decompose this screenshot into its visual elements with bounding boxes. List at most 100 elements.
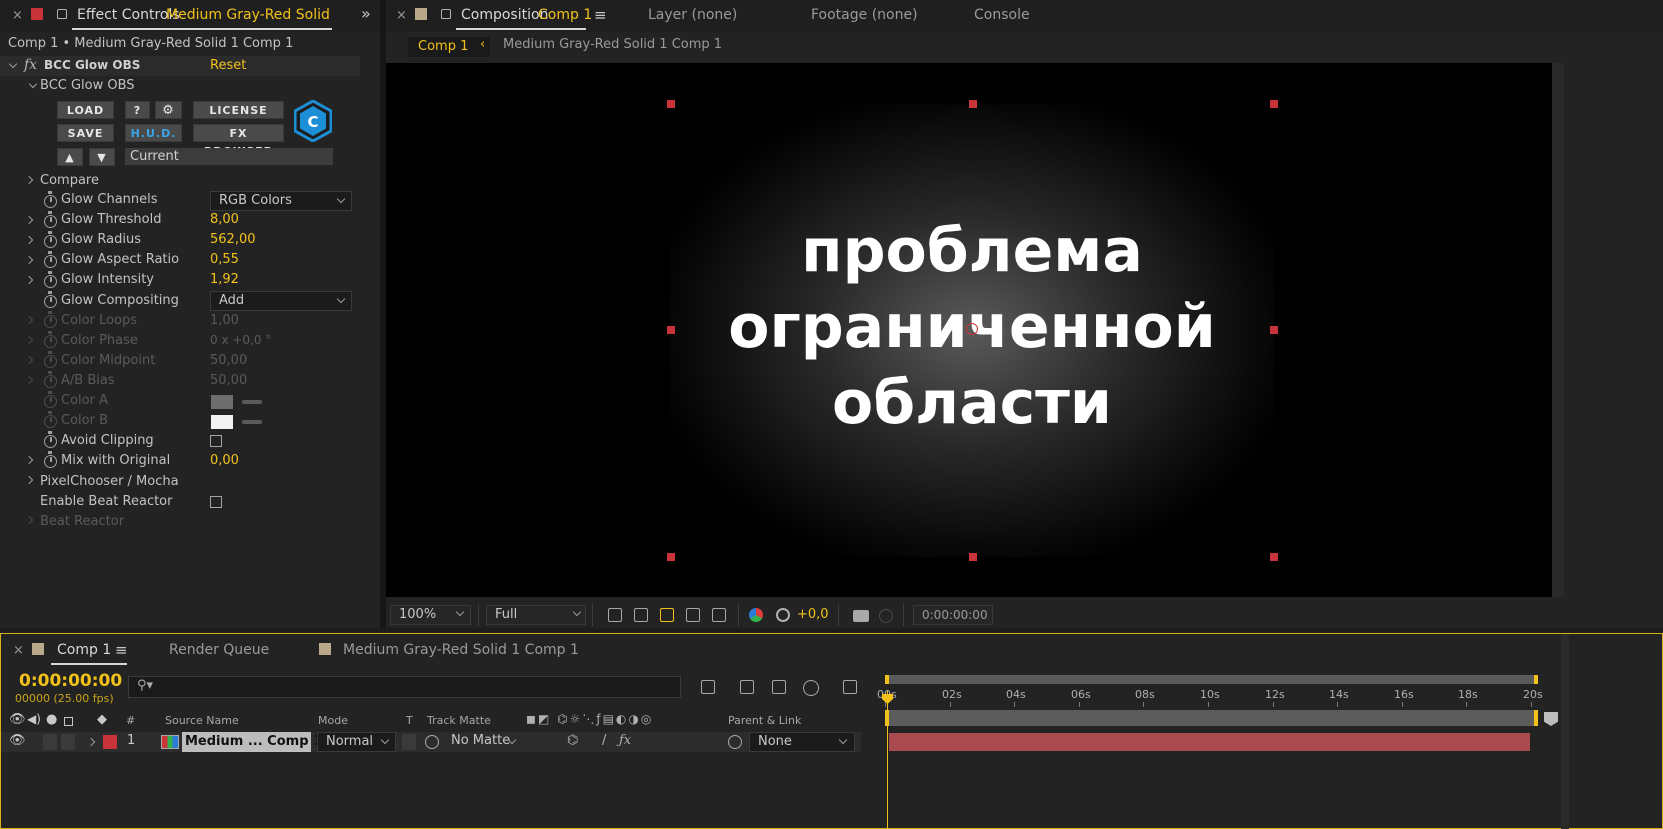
menu-icon[interactable]: ≡ <box>115 641 128 659</box>
tab-footage[interactable]: Footage (none) <box>811 7 918 23</box>
fx-icon[interactable]: fx <box>24 57 37 73</box>
graph-editor-icon[interactable] <box>843 680 857 694</box>
beat-reactor-checkbox[interactable] <box>210 496 222 508</box>
composition-flowchart-icon[interactable] <box>701 680 715 694</box>
audio-toggle[interactable] <box>43 734 57 750</box>
column-track-matte[interactable]: Track Matte <box>427 714 491 727</box>
motion-blur-icon[interactable] <box>803 680 819 696</box>
effect-name[interactable]: BCC Glow OBS <box>44 58 140 72</box>
stopwatch-icon[interactable] <box>44 431 57 448</box>
bcc-logo-icon[interactable]: C <box>294 100 332 142</box>
transform-handle[interactable] <box>667 553 675 561</box>
tab-console[interactable]: Console <box>974 7 1030 23</box>
chevron-down-icon[interactable] <box>28 79 38 89</box>
column-source-name[interactable]: Source Name <box>165 714 239 727</box>
glow-radius-value[interactable]: 562,00 <box>210 232 256 247</box>
close-icon[interactable]: × <box>13 643 24 658</box>
lock-icon[interactable] <box>441 9 451 19</box>
chevron-right-icon[interactable] <box>24 275 34 285</box>
glow-threshold-value[interactable]: 8,00 <box>210 212 239 227</box>
draft-3d-icon[interactable] <box>740 680 754 694</box>
anchor-point-icon[interactable] <box>966 323 978 335</box>
stopwatch-icon[interactable] <box>44 291 57 308</box>
timeline-tab-comp[interactable]: Comp 1 <box>57 642 111 658</box>
fx-toggle-icon[interactable]: ƒx <box>619 733 631 748</box>
column-mode[interactable]: Mode <box>318 714 348 727</box>
frame-blending-icon[interactable] <box>772 680 786 694</box>
viewer-scrollbar[interactable] <box>1552 63 1564 597</box>
fast-preview-icon[interactable] <box>608 608 622 622</box>
layer-duration-bar[interactable] <box>889 733 1530 751</box>
arrow-up-icon[interactable]: ▲ <box>57 148 83 166</box>
stopwatch-icon[interactable] <box>44 251 57 268</box>
pickwhip-icon[interactable] <box>728 735 742 749</box>
lock-icon[interactable] <box>64 717 73 726</box>
transform-handle[interactable] <box>1270 553 1278 561</box>
transform-handle[interactable] <box>1270 100 1278 108</box>
exposure-value[interactable]: +0,0 <box>797 607 829 622</box>
timeline-tab-render-queue[interactable]: Render Queue <box>169 642 269 658</box>
mask-visibility-icon[interactable] <box>660 608 674 622</box>
playhead[interactable] <box>887 691 888 829</box>
time-ruler[interactable]: 00s02s04s06s08s10s12s14s16s18s20s <box>877 686 1545 707</box>
solo-icon[interactable]: ● <box>46 712 57 727</box>
layer-name[interactable]: Medium ... Comp 1 <box>182 732 322 752</box>
avoid-clipping-checkbox[interactable] <box>210 435 222 447</box>
preset-field[interactable]: Current <box>125 148 333 165</box>
lock-icon[interactable] <box>57 9 67 19</box>
transform-handle[interactable] <box>969 553 977 561</box>
solo-toggle[interactable] <box>61 734 75 750</box>
layer-label-color[interactable] <box>103 735 117 749</box>
reset-exposure-icon[interactable] <box>776 608 790 622</box>
close-icon[interactable]: × <box>396 8 407 23</box>
chevron-right-icon[interactable] <box>86 737 96 747</box>
chevron-right-icon[interactable] <box>24 215 34 225</box>
timeline-tab-solid[interactable]: Medium Gray-Red Solid 1 Comp 1 <box>343 642 579 658</box>
transform-handle[interactable] <box>667 326 675 334</box>
matte-link-icon[interactable] <box>425 735 439 749</box>
column-parent-link[interactable]: Parent & Link <box>728 714 801 727</box>
glow-compositing-dropdown[interactable]: Add <box>210 291 352 311</box>
help-button[interactable]: ? <box>125 101 150 119</box>
license-button[interactable]: LICENSE <box>193 101 284 119</box>
color-channels-icon[interactable] <box>749 608 763 622</box>
glow-aspect-ratio-value[interactable]: 0,55 <box>210 252 239 267</box>
stopwatch-icon[interactable] <box>44 271 57 288</box>
resolution-dropdown[interactable]: Full <box>486 605 586 625</box>
arrow-down-icon[interactable]: ▼ <box>89 148 115 166</box>
snapshot-camera-icon[interactable] <box>853 610 869 622</box>
tab-layer[interactable]: Layer (none) <box>648 7 737 23</box>
hud-button[interactable]: H.U.D. <box>125 124 182 142</box>
layer-row[interactable]: 👁 1 Medium ... Comp 1 Normal No Matte ⌬ … <box>1 732 861 752</box>
chevron-right-icon[interactable] <box>24 255 34 265</box>
stopwatch-icon[interactable] <box>44 451 57 468</box>
comp-breadcrumb-next[interactable]: Medium Gray-Red Solid 1 Comp 1 <box>503 37 722 52</box>
reset-button[interactable]: Reset <box>210 58 246 73</box>
effect-controls-layer-name[interactable]: Medium Gray-Red Solid 1 Cc <box>166 7 332 23</box>
load-button[interactable]: LOAD <box>57 101 114 119</box>
glow-intensity-value[interactable]: 1,92 <box>210 272 239 287</box>
close-icon[interactable]: × <box>12 8 23 23</box>
transform-handle[interactable] <box>667 100 675 108</box>
region-of-interest-icon[interactable] <box>686 608 700 622</box>
effect-controls-title[interactable]: Effect Controls <box>77 7 180 23</box>
pixelchooser-label[interactable]: PixelChooser / Mocha <box>40 474 179 489</box>
shy-icon[interactable]: ⌬ <box>567 733 578 748</box>
transform-handle[interactable] <box>1270 326 1278 334</box>
quality-icon[interactable]: / <box>602 733 606 748</box>
stopwatch-icon[interactable] <box>44 191 57 208</box>
comp-viewer[interactable]: проблема ограниченной области <box>386 63 1552 597</box>
transform-handle[interactable] <box>969 100 977 108</box>
glow-channels-dropdown[interactable]: RGB Colors <box>210 191 352 211</box>
mix-with-original-value[interactable]: 0,00 <box>210 453 239 468</box>
stopwatch-icon[interactable] <box>44 211 57 228</box>
comp-end-marker[interactable] <box>1544 712 1558 726</box>
chevron-right-icon[interactable] <box>24 475 34 485</box>
label-color-swatch[interactable] <box>31 8 43 20</box>
stopwatch-icon[interactable] <box>44 231 57 248</box>
save-button[interactable]: SAVE <box>57 124 114 142</box>
menu-icon[interactable]: ≡ <box>594 6 607 24</box>
grid-guides-icon[interactable] <box>712 608 726 622</box>
panel-overflow-icon[interactable]: » <box>361 4 371 23</box>
audio-icon[interactable]: ◀) <box>27 712 41 726</box>
